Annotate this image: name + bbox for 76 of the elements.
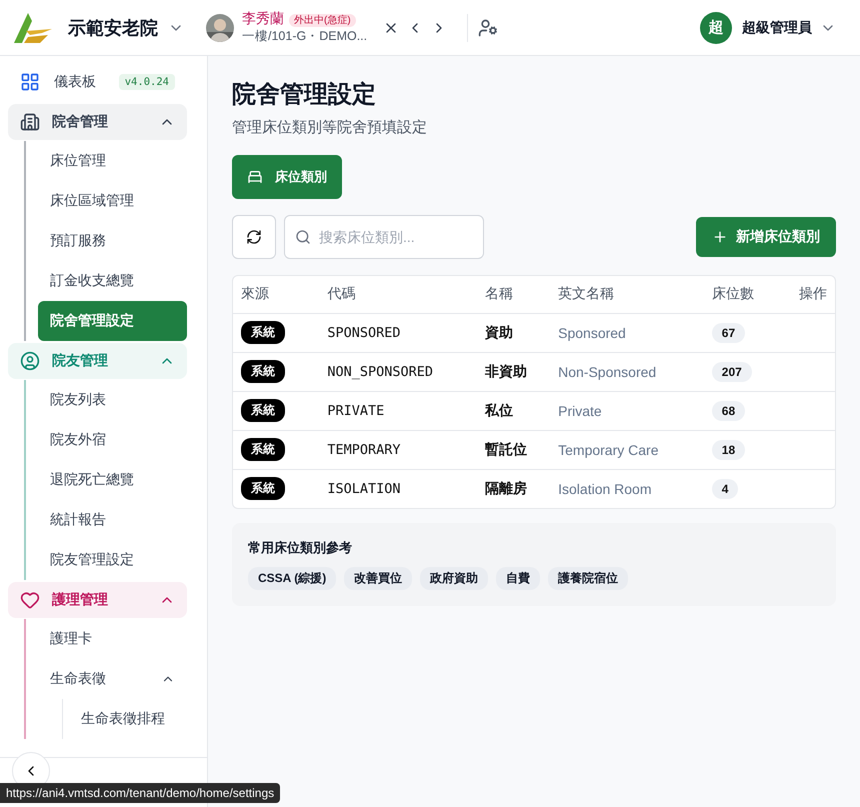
source-badge: 系統 [241, 321, 285, 344]
table-cell: Sponsored [550, 313, 704, 352]
nav-item[interactable]: 院舍管理設定 [38, 301, 187, 341]
column-header: 操作 [791, 276, 835, 313]
table-cell: NON_SPONSORED [319, 352, 478, 391]
column-header: 英文名稱 [550, 276, 704, 313]
status-badge: 外出中(急症) [289, 14, 356, 27]
source-badge: 系統 [241, 438, 285, 461]
nav-item[interactable]: 護理卡 [38, 619, 187, 659]
table-cell: 資助 [477, 313, 550, 352]
column-header: 代碼 [319, 276, 478, 313]
nav-item[interactable]: 統計報告 [38, 500, 187, 540]
bed-count: 207 [712, 362, 752, 382]
nav-item[interactable]: 院友外宿 [38, 420, 187, 460]
table-cell: Temporary Care [550, 430, 704, 469]
resident-location: 一樓/101-G・DEMO... [242, 28, 368, 45]
reference-tag: 護養院宿位 [548, 567, 628, 590]
reference-tag: 政府資助 [420, 567, 488, 590]
org-name: 示範安老院 [68, 16, 158, 40]
nav-item[interactable]: 床位管理 [38, 141, 187, 181]
group-icon [20, 590, 40, 610]
user-settings-icon[interactable] [478, 18, 498, 38]
table-cell: 隔離房 [477, 469, 550, 508]
nav-group[interactable]: 護理管理 [8, 582, 187, 618]
nav-item[interactable]: 院友列表 [38, 380, 187, 420]
user-avatar[interactable]: 超 [700, 12, 732, 44]
source-badge: 系統 [241, 477, 285, 500]
table-cell: ISOLATION [319, 469, 478, 508]
bed-count: 68 [712, 400, 746, 420]
reference-tag: CSSA (綜援) [248, 567, 336, 590]
nav-item[interactable]: 儀表板 v4.0.24 [8, 62, 187, 102]
column-header: 名稱 [477, 276, 550, 313]
search-field[interactable]: 搜索床位類別... [284, 215, 484, 259]
refresh-button[interactable] [232, 215, 276, 259]
plus-icon [712, 229, 728, 245]
reference-title: 常用床位類別參考 [248, 539, 353, 557]
table-cell: PRIVATE [319, 391, 478, 430]
refresh-icon [246, 229, 262, 245]
group-icon [20, 112, 40, 132]
column-header: 床位數 [704, 276, 791, 313]
nav-item[interactable]: 院友管理設定 [38, 540, 187, 580]
bed-count: 4 [712, 478, 738, 499]
group-icon [20, 351, 40, 371]
nav-item[interactable]: 退院死亡總覽 [38, 460, 187, 500]
table-cell: Non-Sponsored [550, 352, 704, 391]
bed-icon [247, 169, 263, 185]
reference-tag: 改善買位 [344, 567, 412, 590]
table-cell: 私位 [477, 391, 550, 430]
table-cell: 非資助 [477, 352, 550, 391]
reference-tag: 自費 [496, 567, 540, 590]
page-title: 院舍管理設定 [232, 80, 377, 110]
dashboard-icon [20, 72, 40, 92]
nav-item[interactable]: 訂金收支總覽 [38, 261, 187, 301]
version-badge: v4.0.24 [118, 74, 175, 90]
page-subtitle: 管理床位類別等院舍預填設定 [232, 118, 428, 137]
source-badge: 系統 [241, 360, 285, 383]
source-badge: 系統 [241, 399, 285, 422]
table-cell: Private [550, 391, 704, 430]
url-tooltip: https://ani4.vmtsd.com/tenant/demo/home/settings [0, 783, 280, 803]
nav-item[interactable]: 預訂服務 [38, 221, 187, 261]
bed-count: 18 [712, 440, 746, 460]
table-cell: 暫託位 [477, 430, 550, 469]
nav-group[interactable]: 生命表徵 [38, 659, 187, 699]
table-cell: TEMPORARY [319, 430, 478, 469]
nav-group[interactable]: 院友管理 [8, 343, 187, 379]
nav-group[interactable]: 院舍管理 [8, 104, 187, 140]
table-cell: Isolation Room [550, 469, 704, 508]
user-name[interactable]: 超級管理員 [742, 18, 812, 36]
nav-item[interactable]: 生命表徵排程 [69, 699, 187, 739]
tab[interactable]: 床位類別 [232, 155, 342, 199]
column-header: 來源 [233, 276, 320, 313]
table-cell: SPONSORED [319, 313, 478, 352]
resident-name: 李秀蘭 [242, 10, 284, 26]
add-button[interactable]: 新增床位類別 [696, 217, 836, 257]
nav-item[interactable]: 床位區域管理 [38, 181, 187, 221]
bed-count: 67 [712, 322, 746, 342]
